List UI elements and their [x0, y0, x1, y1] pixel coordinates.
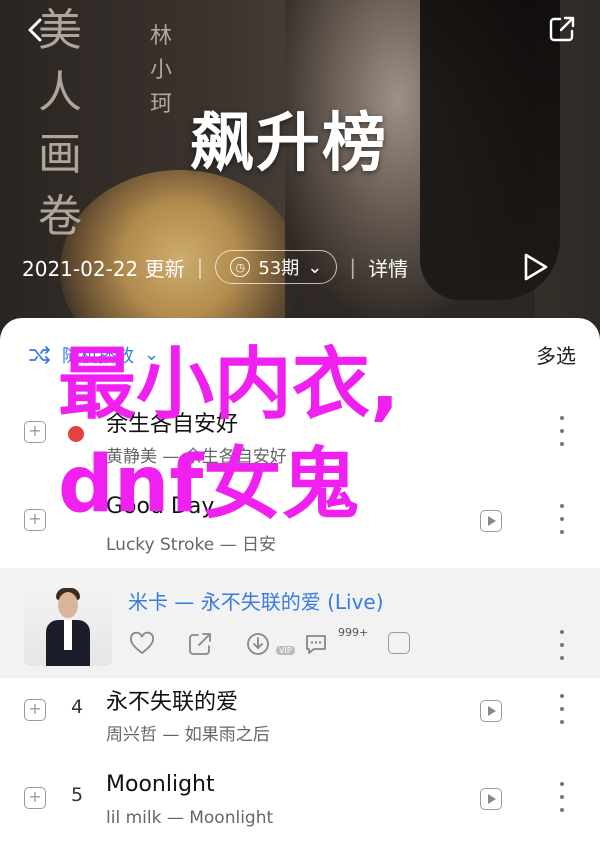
divider: | [349, 255, 357, 279]
calligraphy-side: 林小珂 [150, 24, 173, 117]
play-all-icon[interactable] [518, 250, 552, 284]
mv-play-icon[interactable] [480, 788, 502, 810]
overlay-caption: 最小内衣, dnf女鬼 [58, 340, 400, 530]
shuffle-icon [29, 345, 50, 364]
album-cover[interactable] [24, 578, 112, 666]
song-title: 永不失联的爱 [106, 690, 239, 715]
song-artist: lil milk — Moonlight [106, 808, 274, 828]
issue-selector[interactable]: ◷ 53期 ⌄ [215, 250, 338, 284]
divider: | [196, 255, 204, 279]
add-icon[interactable]: + [24, 421, 46, 443]
featured-song-title: 米卡 — 永不失联的爱 (Live) [128, 590, 384, 614]
featured-song-row[interactable]: 米卡 — 永不失联的爱 (Live) VIP 999+ [0, 568, 600, 678]
song-artist: 周兴哲 — 如果雨之后 [106, 725, 270, 745]
back-button[interactable] [20, 14, 52, 46]
add-icon[interactable]: + [24, 787, 46, 809]
more-icon[interactable] [556, 416, 568, 446]
share-button[interactable] [546, 14, 578, 46]
more-icon[interactable] [556, 504, 568, 534]
more-icon[interactable] [556, 630, 568, 660]
song-index: 4 [70, 696, 84, 718]
song-actions [128, 630, 330, 658]
meta-bar: 2021-02-22 更新 | ◷ 53期 ⌄ | 详情 [22, 250, 408, 284]
add-icon[interactable]: + [24, 509, 46, 531]
song-index: 5 [70, 784, 84, 806]
header-banner: 美人画卷 林小珂 飙升榜 2021-02-22 更新 | ◷ 53期 ⌄ | 详… [0, 0, 600, 340]
song-title: Moonlight [106, 772, 215, 797]
chevron-down-icon: ⌄ [307, 256, 323, 278]
share-icon [549, 16, 575, 42]
comment-icon[interactable] [302, 630, 330, 658]
page-title: 飙升榜 [190, 107, 388, 181]
more-icon[interactable] [556, 694, 568, 724]
clock-icon: ◷ [230, 257, 251, 277]
list-item[interactable]: + 4 永不失联的爱 周兴哲 — 如果雨之后 [0, 668, 600, 756]
share-icon[interactable] [186, 630, 214, 658]
list-item[interactable]: + 5 Moonlight lil milk — Moonlight [0, 756, 600, 844]
mv-play-icon[interactable] [480, 700, 502, 722]
multi-select-button[interactable]: 多选 [536, 340, 576, 369]
download-icon[interactable] [244, 630, 272, 658]
add-icon[interactable]: + [24, 699, 46, 721]
more-icon[interactable] [556, 782, 568, 812]
detail-link[interactable]: 详情 [368, 253, 408, 282]
heart-icon[interactable] [128, 630, 156, 658]
mv-play-icon[interactable] [388, 632, 410, 654]
vip-badge: VIP [276, 646, 295, 655]
update-date: 2021-02-22 更新 [22, 256, 185, 281]
issue-count: 53期 [258, 258, 300, 279]
comment-count-badge: 999+ [338, 626, 369, 639]
chevron-left-icon [28, 18, 42, 42]
